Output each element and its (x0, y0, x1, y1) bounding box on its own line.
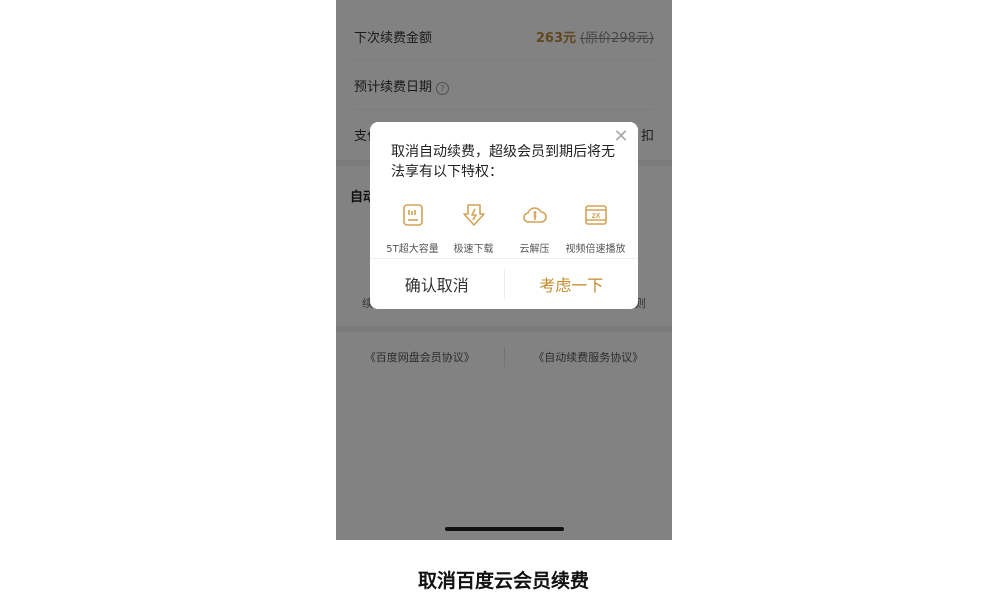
home-indicator (445, 527, 564, 531)
feature-label: 极速下载 (453, 244, 494, 255)
cancel-renewal-dialog: ✕ 取消自动续费，超级会员到期后将无法享有以下特权： 5T超大容量 极速下载 云… (370, 122, 638, 309)
privilege-list: 5T超大容量 极速下载 云解压 2X 视频倍速播放 (382, 202, 626, 255)
confirm-cancel-button[interactable]: 确认取消 (370, 272, 504, 296)
storage-icon (402, 204, 423, 226)
reconsider-button[interactable]: 考虑一下 (505, 272, 639, 296)
feature-video-speed: 2X 视频倍速播放 (565, 202, 626, 255)
page-caption: 取消百度云会员续费 (417, 570, 589, 592)
feature-storage: 5T超大容量 (382, 202, 443, 255)
dialog-message: 取消自动续费，超级会员到期后将无法享有以下特权： (391, 144, 615, 180)
feature-fast-download: 极速下载 (443, 202, 504, 255)
feature-label: 云解压 (519, 244, 550, 255)
dialog-actions: 确认取消 考虑一下 (370, 258, 638, 309)
fast-download-icon (462, 204, 485, 226)
cloud-unzip-icon (522, 207, 547, 223)
video-speed-icon: 2X (584, 205, 607, 225)
svg-text:2X: 2X (591, 213, 600, 220)
feature-label: 视频倍速播放 (565, 244, 626, 255)
feature-label: 5T超大容量 (386, 244, 439, 255)
feature-cloud-unzip: 云解压 (504, 202, 565, 255)
